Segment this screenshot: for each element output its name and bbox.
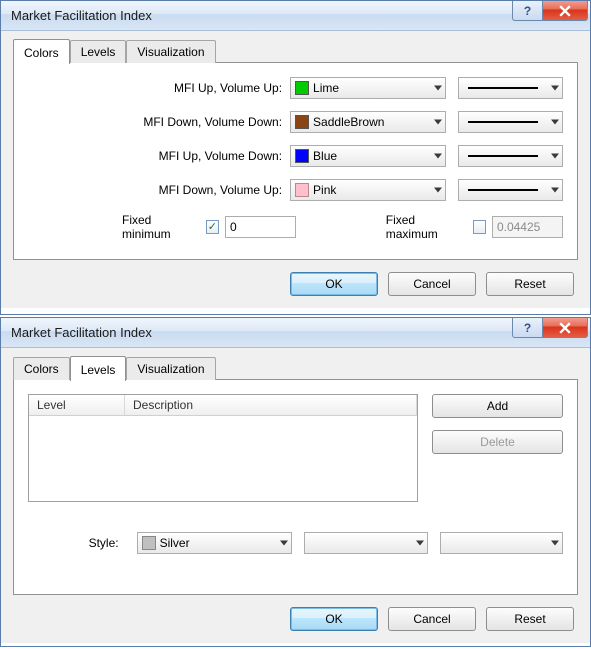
cancel-button[interactable]: Cancel [388, 272, 476, 296]
chevron-down-icon [280, 541, 288, 546]
reset-button[interactable]: Reset [486, 272, 574, 296]
tab-levels[interactable]: Levels [70, 40, 127, 63]
dialog-mfi-levels: Market Facilitation Index ? Colors Level… [0, 317, 591, 647]
color-combo-mfi-up-vol-down[interactable]: Blue [290, 145, 446, 167]
style-width-combo[interactable] [440, 532, 563, 554]
fixed-max-label: Fixed maximum [386, 213, 467, 241]
row-label: MFI Up, Volume Up: [28, 81, 290, 95]
levels-list[interactable]: Level Description [28, 394, 418, 502]
width-combo[interactable] [458, 179, 563, 201]
help-button[interactable]: ? [512, 318, 542, 338]
close-button[interactable] [542, 1, 588, 21]
chevron-down-icon [551, 86, 559, 91]
chevron-down-icon [551, 188, 559, 193]
help-button[interactable]: ? [512, 1, 542, 21]
chevron-down-icon [551, 154, 559, 159]
close-button[interactable] [542, 318, 588, 338]
style-color-combo[interactable]: Silver [137, 532, 292, 554]
tabpage-levels: Level Description Add Delete Style: Silv… [13, 379, 578, 595]
titlebar[interactable]: Market Facilitation Index ? [1, 318, 590, 348]
color-name: Lime [313, 81, 339, 95]
chevron-down-icon [416, 541, 424, 546]
style-label: Style: [28, 536, 125, 550]
tabstrip: Colors Levels Visualization [13, 39, 578, 63]
button-row: OK Cancel Reset [13, 260, 578, 298]
color-combo-mfi-down-vol-up[interactable]: Pink [290, 179, 446, 201]
cancel-button[interactable]: Cancel [388, 607, 476, 631]
chevron-down-icon [551, 120, 559, 125]
list-header: Level Description [29, 395, 417, 416]
chevron-down-icon [434, 120, 442, 125]
width-combo[interactable] [458, 111, 563, 133]
chevron-down-icon [434, 154, 442, 159]
add-button[interactable]: Add [432, 394, 563, 418]
color-swatch-icon [295, 115, 309, 129]
style-line-combo[interactable] [304, 532, 427, 554]
fixed-min-label: Fixed minimum [122, 213, 200, 241]
tab-colors[interactable]: Colors [13, 39, 70, 64]
fixed-min-checkbox[interactable] [206, 220, 219, 234]
dialog-mfi-colors: Market Facilitation Index ? Colors Level… [0, 0, 591, 315]
color-swatch-icon [295, 81, 309, 95]
fixed-min-input[interactable] [225, 216, 296, 238]
color-swatch-icon [295, 149, 309, 163]
color-name: Blue [313, 149, 337, 163]
row-label: MFI Up, Volume Down: [28, 149, 290, 163]
color-name: Silver [160, 536, 190, 550]
col-level[interactable]: Level [29, 395, 125, 415]
width-combo[interactable] [458, 145, 563, 167]
window-title: Market Facilitation Index [11, 8, 512, 23]
col-description[interactable]: Description [125, 395, 417, 415]
color-combo-mfi-down-vol-down[interactable]: SaddleBrown [290, 111, 446, 133]
line-sample-icon [468, 155, 538, 157]
close-icon [558, 322, 572, 334]
color-swatch-icon [295, 183, 309, 197]
titlebar[interactable]: Market Facilitation Index ? [1, 1, 590, 31]
line-sample-icon [468, 121, 538, 123]
line-sample-icon [309, 543, 405, 544]
delete-button[interactable]: Delete [432, 430, 563, 454]
tab-levels[interactable]: Levels [70, 356, 127, 381]
button-row: OK Cancel Reset [13, 595, 578, 633]
row-label: MFI Down, Volume Up: [28, 183, 290, 197]
window-title: Market Facilitation Index [11, 325, 512, 340]
line-sample-icon [445, 543, 541, 544]
reset-button[interactable]: Reset [486, 607, 574, 631]
color-name: Pink [313, 183, 336, 197]
chevron-down-icon [434, 188, 442, 193]
width-combo[interactable] [458, 77, 563, 99]
line-sample-icon [468, 189, 538, 191]
fixed-max-checkbox[interactable] [473, 220, 486, 234]
tab-colors[interactable]: Colors [13, 357, 70, 380]
row-label: MFI Down, Volume Down: [28, 115, 290, 129]
line-sample-icon [468, 87, 538, 89]
fixed-max-input[interactable] [492, 216, 563, 238]
color-name: SaddleBrown [313, 115, 384, 129]
tab-visualization[interactable]: Visualization [126, 357, 215, 380]
chevron-down-icon [434, 86, 442, 91]
ok-button[interactable]: OK [290, 607, 378, 631]
tabpage-colors: MFI Up, Volume Up: Lime MFI Down, Volume… [13, 62, 578, 260]
color-swatch-icon [142, 536, 156, 550]
color-combo-mfi-up-vol-up[interactable]: Lime [290, 77, 446, 99]
tab-visualization[interactable]: Visualization [126, 40, 215, 63]
ok-button[interactable]: OK [290, 272, 378, 296]
close-icon [558, 5, 572, 17]
tabstrip: Colors Levels Visualization [13, 356, 578, 380]
chevron-down-icon [551, 541, 559, 546]
